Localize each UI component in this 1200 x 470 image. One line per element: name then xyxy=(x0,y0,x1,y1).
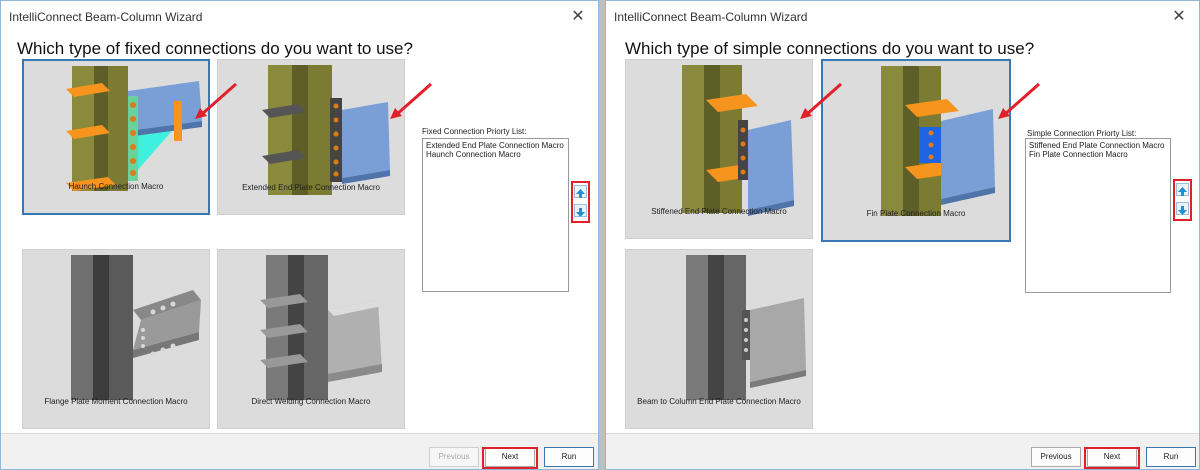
priority-list-label: Simple Connection Priorty List: xyxy=(1027,129,1137,138)
tile-extended-end-plate-connection[interactable]: Extended End Plate Connection Macro xyxy=(217,59,405,215)
red-arrow-annotation xyxy=(390,82,432,119)
close-icon[interactable]: ✕ xyxy=(568,7,588,27)
arrow-up-icon xyxy=(1178,187,1187,196)
move-down-button[interactable] xyxy=(574,204,587,217)
priority-list-item[interactable]: Haunch Connection Macro xyxy=(426,150,565,159)
tile-stiffened-end-plate-connection[interactable]: Stiffened End Plate Connection Macro xyxy=(625,59,813,239)
priority-list-item[interactable]: Extended End Plate Connection Macro xyxy=(426,141,565,150)
tile-haunch-connection[interactable]: Haunch Connection Macro xyxy=(22,59,210,215)
window-title: IntelliConnect Beam-Column Wizard xyxy=(614,10,808,24)
extended-end-plate-illustration xyxy=(262,65,390,195)
tile-caption: Stiffened End Plate Connection Macro xyxy=(651,207,787,216)
fixed-connections-wizard-window: IntelliConnect Beam-Column Wizard ✕ Whic… xyxy=(0,0,599,470)
close-icon[interactable]: ✕ xyxy=(1169,7,1189,27)
tile-caption: Fin Plate Connection Macro xyxy=(866,209,966,218)
priority-list[interactable]: Extended End Plate Connection Macro Haun… xyxy=(422,138,569,292)
tile-flange-plate-moment-connection[interactable]: Flange Plate Moment Connection Macro xyxy=(22,249,210,429)
arrow-down-icon xyxy=(1178,206,1187,215)
red-arrow-annotation xyxy=(998,82,1040,119)
page-question: Which type of simple connections do you … xyxy=(625,39,1035,58)
run-button[interactable]: Run xyxy=(544,447,594,467)
tile-direct-welding-connection[interactable]: Direct Welding Connection Macro xyxy=(217,249,405,429)
tile-caption: Beam to Column End Plate Connection Macr… xyxy=(637,397,801,406)
priority-list-item[interactable]: Fin Plate Connection Macro xyxy=(1029,150,1167,159)
arrow-up-icon xyxy=(576,189,585,198)
haunch-connection-illustration xyxy=(66,66,202,191)
title-bar: IntelliConnect Beam-Column Wizard ✕ xyxy=(606,1,1199,33)
move-up-button[interactable] xyxy=(574,185,587,198)
page-question: Which type of fixed connections do you w… xyxy=(17,39,413,58)
tile-caption: Haunch Connection Macro xyxy=(68,182,164,191)
previous-button[interactable]: Previous xyxy=(1031,447,1081,467)
arrow-down-icon xyxy=(576,208,585,217)
run-button[interactable]: Run xyxy=(1146,447,1196,467)
tile-caption: Extended End Plate Connection Macro xyxy=(242,183,380,192)
highlight-box xyxy=(482,447,538,469)
tile-caption: Flange Plate Moment Connection Macro xyxy=(44,397,188,406)
tile-beam-to-column-end-plate-connection[interactable]: Beam to Column End Plate Connection Macr… xyxy=(625,249,813,429)
tile-fin-plate-connection[interactable]: Fin Plate Connection Macro xyxy=(821,59,1011,242)
move-down-button[interactable] xyxy=(1176,202,1189,215)
highlight-box xyxy=(1084,447,1140,469)
red-arrow-annotation xyxy=(800,82,842,119)
move-up-button[interactable] xyxy=(1176,183,1189,196)
window-title: IntelliConnect Beam-Column Wizard xyxy=(9,10,203,24)
tile-caption: Direct Welding Connection Macro xyxy=(251,397,371,406)
title-bar: IntelliConnect Beam-Column Wizard ✕ xyxy=(1,1,598,33)
red-arrow-annotation xyxy=(195,82,237,119)
simple-connections-wizard-window: IntelliConnect Beam-Column Wizard ✕ Whic… xyxy=(605,0,1200,470)
priority-list[interactable]: Stiffened End Plate Connection Macro Fin… xyxy=(1025,138,1171,293)
priority-list-item[interactable]: Stiffened End Plate Connection Macro xyxy=(1029,141,1167,150)
previous-button[interactable]: Previous xyxy=(429,447,479,467)
priority-list-label: Fixed Connection Priorty List: xyxy=(422,127,527,136)
